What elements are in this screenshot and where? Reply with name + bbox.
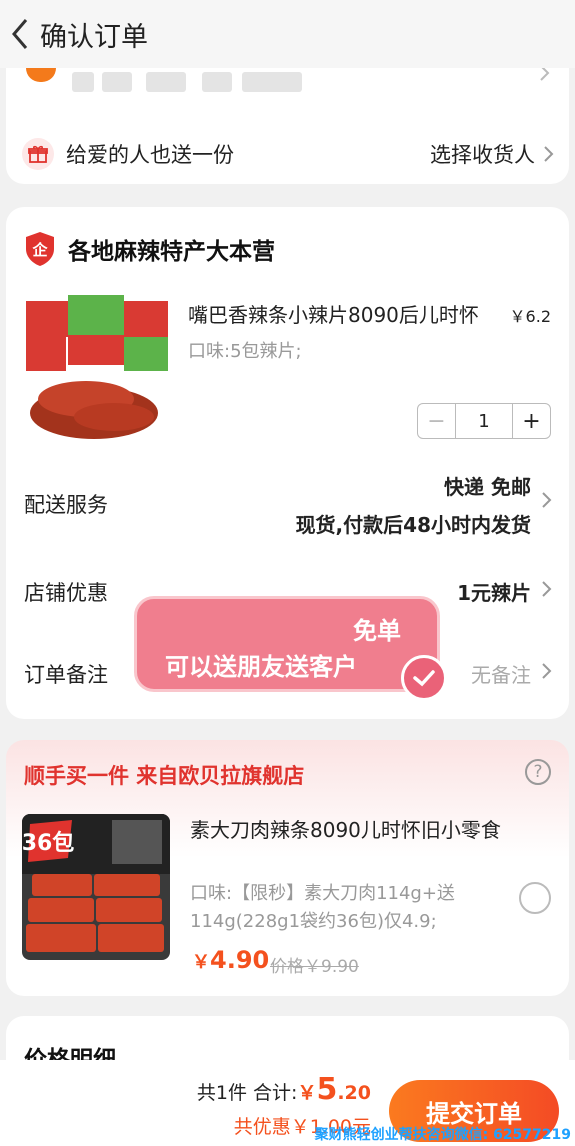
chevron-right-icon [541,662,553,684]
addon-product-image[interactable]: 36包 [22,814,170,960]
quantity-stepper: − 1 + [417,403,551,439]
blurred-address [72,72,94,92]
increase-button[interactable]: + [512,404,550,438]
address-card[interactable]: 给爱的人也送一份 选择收货人 [6,52,569,184]
product-title: 嘴巴香辣条小辣片8090后儿时怀 [188,303,479,327]
top-bar: 确认订单 [0,0,575,68]
addon-image-badge: 36包 [22,830,74,856]
location-icon [26,68,56,82]
shop-name: 各地麻辣特产大本营 [68,239,275,265]
addon-original-price: 价格￥9.90 [270,957,359,977]
help-icon[interactable]: ? [525,759,551,785]
page-title: 确认订单 [40,21,148,53]
back-arrow-icon[interactable] [0,0,40,68]
addon-card: 顺手买一件 来自欧贝拉旗舰店 ? 36包 素大刀肉辣条8090儿时怀旧小零食 口… [6,740,569,996]
addon-price: ￥4.90 [192,946,269,974]
product-image[interactable] [24,293,170,445]
product-spec: 口味:5包辣片; [188,341,302,362]
quantity-value[interactable]: 1 [456,404,512,438]
gift-row[interactable]: 给爱的人也送一份 选择收货人 [22,134,555,174]
total-dec: .20 [337,1082,371,1104]
addon-title: 顺手买一件 来自欧贝拉旗舰店 [24,764,305,788]
remark-value[interactable]: 无备注 [471,659,531,688]
chevron-right-icon [541,580,553,602]
gift-icon [22,138,54,170]
total-line: 共1件 合计:￥5.20 [197,1072,371,1107]
select-recipient-link[interactable]: 选择收货人 [430,139,535,169]
addon-product-name: 素大刀肉辣条8090儿时怀旧小零食 [190,818,501,842]
watermark-text: 聚财熊轻创业帮扶咨询微信: 62577219 [314,1127,571,1143]
gift-label: 给爱的人也送一份 [66,143,234,167]
promo-overlay: 免单 可以送朋友送客户 [134,596,447,701]
product-price: ￥6.2 [509,307,551,326]
shop-card: 企 各地麻辣特产大本营 嘴巴香辣条小辣片8090后儿时怀 ￥6.2 口味:5包辣… [6,207,569,719]
chevron-right-icon [544,146,554,162]
shop-discount-label: 店铺优惠 [24,581,108,605]
total-currency: ￥ [297,1082,317,1104]
addon-product-spec: 口味:【限秒】素大刀肉114g+送114g(228g1袋约36包)仅4.9; [190,883,455,932]
delivery-note: 现货,付款后48小时内发货 [295,513,531,537]
blurred-address [102,72,132,92]
blurred-address [202,72,232,92]
item-count: 共1件 [196,1082,247,1104]
shop-header[interactable]: 企 各地麻辣特产大本营 [24,231,275,267]
delivery-method[interactable]: 快递 免邮 [444,471,531,500]
shop-discount-value[interactable]: 1元辣片 [457,577,531,606]
decrease-button[interactable]: − [418,404,456,438]
promo-line-2: 可以送朋友送客户 [165,653,357,681]
total-label: 合计: [253,1082,298,1104]
addon-price-currency: ￥ [192,952,210,973]
total-int: 5 [316,1072,338,1107]
check-icon [401,655,447,701]
promo-line-1: 免单 [353,617,401,645]
remark-label: 订单备注 [24,663,108,687]
blurred-address [242,72,302,92]
chevron-right-icon [541,491,553,513]
addon-select-radio[interactable] [519,882,551,914]
addon-price-value: 4.90 [210,946,270,974]
delivery-label: 配送服务 [24,493,108,517]
shop-shield-icon: 企 [26,232,54,266]
svg-text:企: 企 [31,241,48,259]
blurred-address [146,72,186,92]
